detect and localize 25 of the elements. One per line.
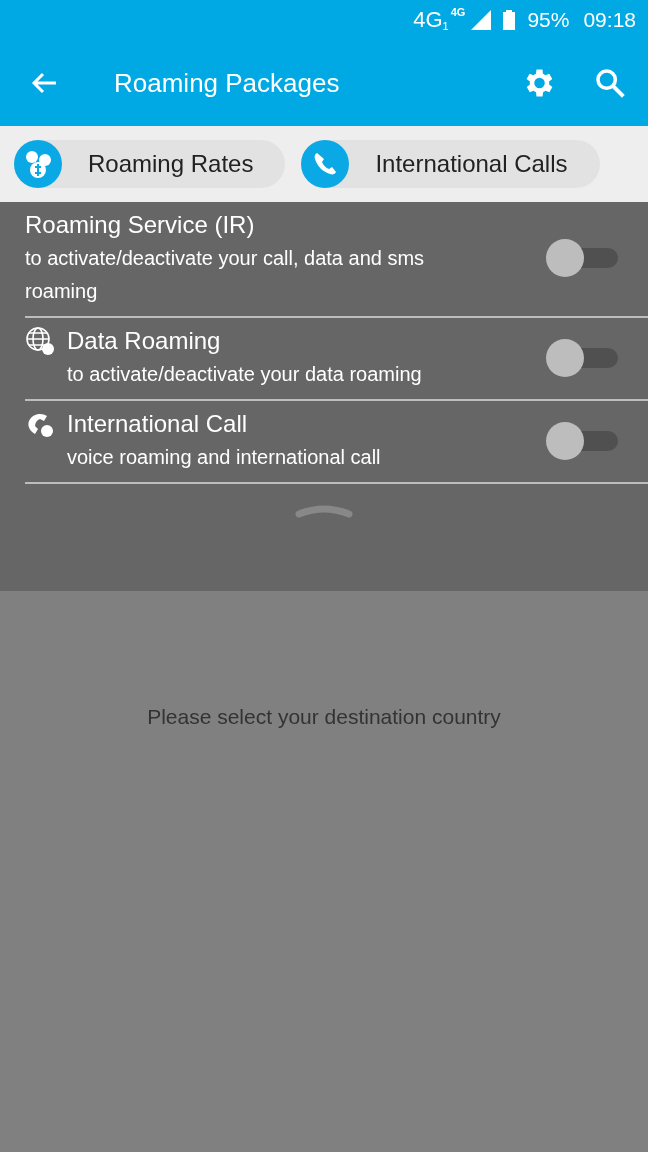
setting-title: International Call [67, 409, 248, 439]
back-arrow-icon[interactable] [30, 71, 58, 95]
setting-title: Data Roaming [67, 326, 221, 356]
network-label: 4G [450, 6, 466, 18]
toggle-switch[interactable] [546, 337, 618, 378]
tab[interactable]: Roaming Rates [14, 140, 286, 188]
setting-description: to activate/deactivate your data roaming [66, 362, 423, 387]
tab[interactable]: International Calls [301, 140, 600, 188]
battery-percent: 95% [527, 8, 570, 32]
setting-description: to activate/deactivate your call, data and sms roaming [25, 246, 426, 304]
network-label: 4G [413, 7, 443, 33]
phone-icon [301, 140, 350, 188]
coins-icon [14, 140, 62, 188]
empty-message: Please select your destination country [147, 705, 501, 730]
battery-icon [503, 10, 516, 30]
search-icon[interactable] [594, 67, 626, 99]
sim-label: 1 [442, 20, 449, 32]
setting-title: Roaming Service (IR) [25, 210, 255, 240]
signal-icon [471, 10, 492, 30]
toggle-switch[interactable] [546, 238, 618, 278]
setting-description: voice roaming and international call [66, 445, 382, 470]
page-title: Roaming Packages [114, 67, 341, 99]
toggle-switch[interactable] [546, 420, 618, 461]
globe-icon [25, 326, 55, 356]
clock: 09:18 [583, 8, 636, 32]
